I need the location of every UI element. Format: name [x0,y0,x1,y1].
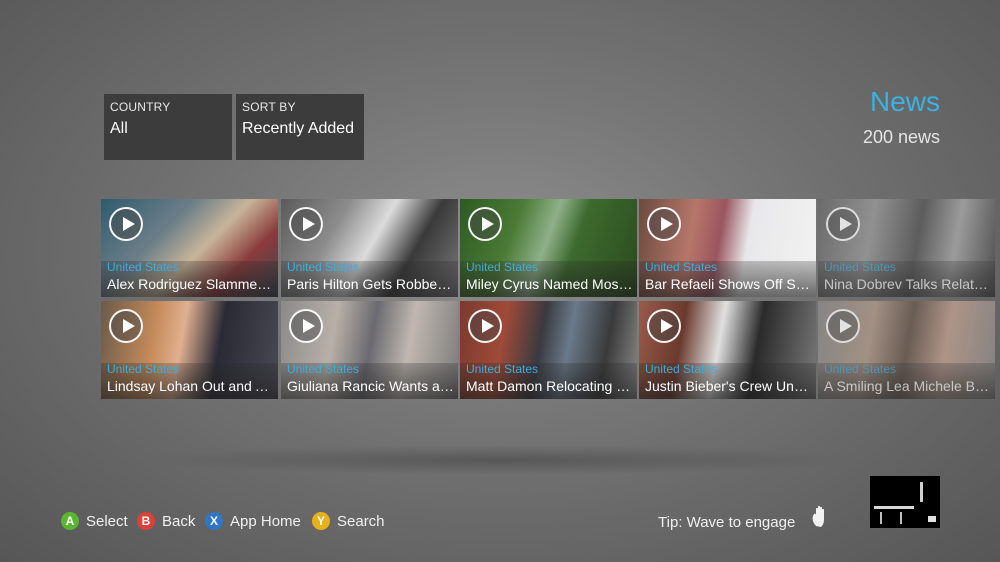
page-title: News [869,86,940,117]
play-icon [289,207,323,241]
play-icon [647,207,681,241]
play-icon [647,309,681,343]
news-tile[interactable]: United States Bar Refaeli Shows Off Str… [639,199,816,297]
tile-title: Giuliana Rancic Wants a … [287,378,454,394]
news-tile[interactable]: United States A Smiling Lea Michele Br… [818,301,995,399]
tile-country: United States [287,260,360,274]
play-icon [289,309,323,343]
news-tile[interactable]: United States Giuliana Rancic Wants a … [281,301,458,399]
news-tile[interactable]: United States Justin Bieber's Crew Und… [639,301,816,399]
news-tile[interactable]: United States Matt Damon Relocating … [460,301,637,399]
a-button-icon: A [61,512,79,530]
news-tile[interactable]: United States Nina Dobrev Talks Relati… [818,199,995,297]
search-label: Search [337,512,385,530]
tile-country: United States [824,260,897,274]
tile-country: United States [287,362,360,376]
tile-title: A Smiling Lea Michele Br… [824,378,991,394]
news-tile[interactable]: United States Miley Cyrus Named Mos… [460,199,637,297]
play-icon [826,309,860,343]
tip-text: Tip: Wave to engage [658,514,796,531]
tile-country: United States [824,362,897,376]
tile-title: Bar Refaeli Shows Off Str… [645,276,812,292]
kinect-camera-preview [870,476,940,528]
b-button-icon: B [137,512,155,530]
tile-country: United States [466,362,539,376]
tile-title: Matt Damon Relocating … [466,378,631,394]
sort-filter[interactable]: SORT BY Recently Added [236,94,364,160]
back-label: Back [162,512,196,530]
select-label: Select [86,512,128,530]
x-button-icon: X [205,512,223,530]
news-grid: United States Alex Rodriguez Slammed… Un… [101,199,1000,399]
tile-title: Miley Cyrus Named Mos… [466,276,633,292]
play-icon [468,309,502,343]
country-filter-label: COUNTRY [110,100,171,114]
tile-title: Paris Hilton Gets Robbed… [287,276,454,292]
country-filter-value: All [110,120,128,137]
select-control[interactable]: A Select [61,512,128,530]
country-filter[interactable]: COUNTRY All [104,94,232,160]
news-tile[interactable]: United States Lindsay Lohan Out and A… [101,301,278,399]
app-home-control[interactable]: X App Home [205,512,301,530]
floor-shadow [140,445,860,475]
hand-wave-icon [812,505,824,527]
tile-title: Nina Dobrev Talks Relati… [824,276,991,292]
tile-country: United States [645,362,718,376]
news-count: 200 news [862,127,940,147]
news-tile[interactable]: United States Paris Hilton Gets Robbed… [281,199,458,297]
y-button-icon: Y [312,512,330,530]
sort-filter-label: SORT BY [242,100,296,114]
camera-silhouette [870,476,940,528]
app-home-label: App Home [230,512,301,530]
search-control[interactable]: Y Search [312,512,385,530]
play-icon [826,207,860,241]
tile-title: Alex Rodriguez Slammed… [107,276,274,292]
play-icon [109,207,143,241]
news-tile[interactable]: United States Alex Rodriguez Slammed… [101,199,278,297]
tile-title: Lindsay Lohan Out and A… [107,378,274,394]
tile-country: United States [466,260,539,274]
tile-title: Justin Bieber's Crew Und… [645,378,812,394]
tile-country: United States [107,260,180,274]
play-icon [109,309,143,343]
back-control[interactable]: B Back [137,512,195,530]
sort-filter-value: Recently Added [242,120,355,137]
tile-country: United States [107,362,180,376]
tile-country: United States [645,260,718,274]
play-icon [468,207,502,241]
